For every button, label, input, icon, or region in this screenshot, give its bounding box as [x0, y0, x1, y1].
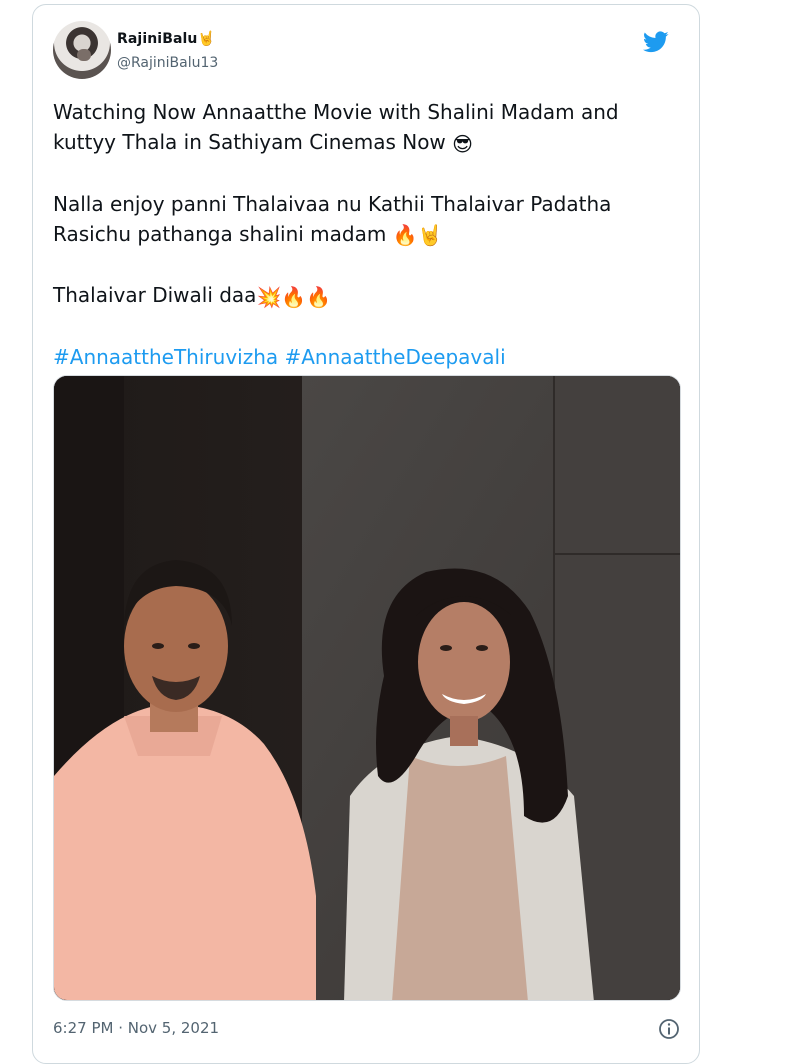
- display-name-row[interactable]: RajiniBalu🤘: [117, 31, 215, 47]
- paragraph-2-text: Nalla enjoy panni Thalaivaa nu Kathii Th…: [53, 191, 612, 246]
- tweet-paragraph-1: Watching Now Annaatthe Movie with Shalin…: [53, 97, 693, 159]
- tweet-photo[interactable]: [53, 375, 681, 1001]
- collision-fire-emoji: 💥🔥🔥: [256, 284, 332, 309]
- user-handle[interactable]: @RajiniBalu13: [117, 55, 218, 71]
- name-emoji: 🤘: [197, 31, 216, 47]
- tweet-paragraph-2: Nalla enjoy panni Thalaivaa nu Kathii Th…: [53, 189, 693, 251]
- twitter-bird-icon[interactable]: [641, 29, 671, 55]
- avatar[interactable]: [53, 21, 111, 79]
- tweet-timestamp[interactable]: 6:27 PM · Nov 5, 2021: [53, 1019, 219, 1037]
- tweet-text: Watching Now Annaatthe Movie with Shalin…: [53, 97, 693, 372]
- display-name[interactable]: RajiniBalu: [117, 31, 197, 47]
- sunglasses-emoji: 😎: [452, 131, 474, 156]
- tweet-paragraph-3: Thalaivar Diwali daa💥🔥🔥: [53, 280, 693, 312]
- avatar-beard: [77, 49, 91, 61]
- paragraph-3-text: Thalaivar Diwali daa: [53, 283, 257, 307]
- hashtags[interactable]: #AnnaattheThiruvizha #AnnaattheDeepavali: [53, 342, 693, 372]
- paragraph-1-text: Watching Now Annaatthe Movie with Shalin…: [53, 100, 619, 154]
- photo-illustration: [54, 376, 680, 1000]
- info-icon[interactable]: [657, 1017, 681, 1041]
- tweet-footer: 6:27 PM · Nov 5, 2021: [53, 1017, 681, 1043]
- fire-rock-emoji: 🔥🤘: [392, 223, 443, 247]
- tweet-card[interactable]: RajiniBalu🤘 @RajiniBalu13 Watching Now A…: [32, 4, 700, 1064]
- tweet-header: RajiniBalu🤘 @RajiniBalu13: [53, 21, 681, 81]
